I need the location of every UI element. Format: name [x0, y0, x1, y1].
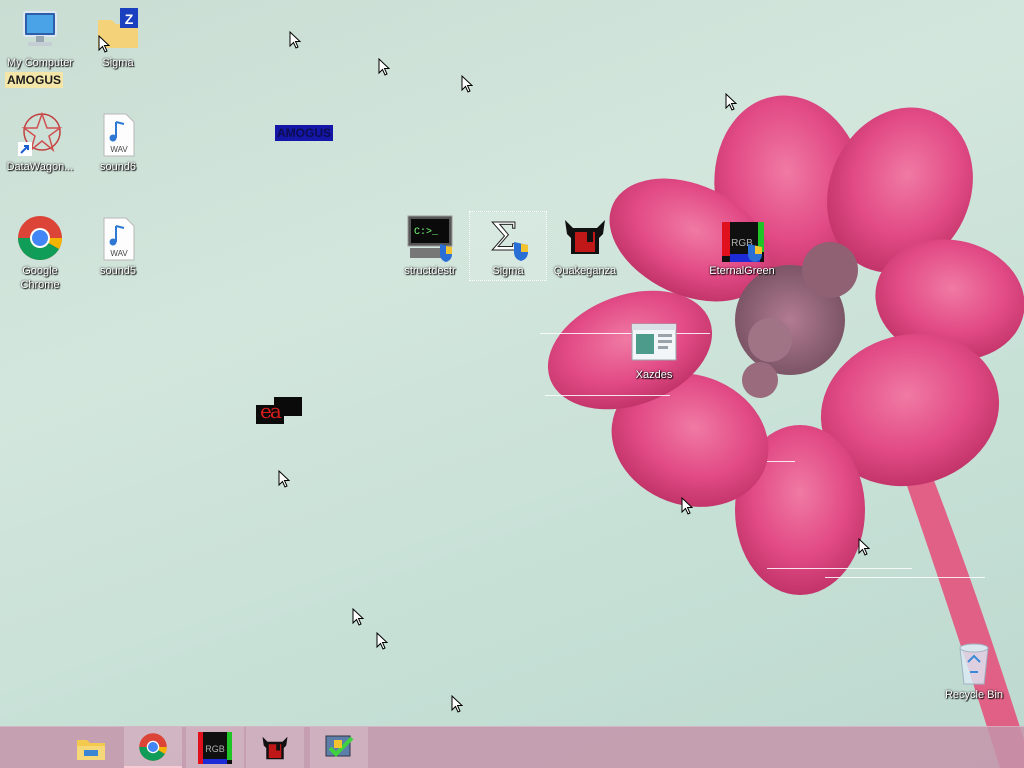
mouse-cursor	[461, 75, 473, 93]
desktop-icon-label: sound6	[99, 161, 137, 173]
recycle-bin-icon	[950, 638, 998, 686]
glitch-line	[767, 461, 795, 462]
desktop-icon-my-computer[interactable]: My Computer	[2, 6, 78, 70]
taskbar-button-chrome[interactable]	[124, 727, 182, 768]
desktop-icon-sigma-exe[interactable]: Σ Sigma	[469, 211, 547, 281]
desktop-icon-label: Sigma	[492, 265, 524, 277]
folder-icon	[77, 740, 105, 760]
mouse-cursor	[451, 695, 463, 713]
mouse-cursor	[289, 31, 301, 49]
desktop-icon-eternalgreen[interactable]: RGB EternalGreen	[704, 214, 780, 278]
amogus-label: AMOGUS	[5, 72, 63, 88]
chrome-icon	[16, 214, 64, 262]
desktop-icon-quakeganza[interactable]: Quakeganza	[547, 214, 623, 278]
svg-text:WAV: WAV	[110, 145, 128, 154]
desktop-icon-label: Recycle Bin	[944, 689, 1004, 701]
sigma-shield-icon: Σ	[484, 214, 532, 262]
desktop-icon-google-chrome[interactable]: Google Chrome	[2, 214, 78, 292]
quake-icon	[262, 736, 288, 760]
desktop-icon-label: Google Chrome	[20, 265, 60, 291]
terminal-shield-icon: C:>_	[406, 214, 454, 262]
quake-icon	[561, 214, 609, 262]
desktop-icon-label: My Computer	[6, 57, 74, 69]
floating-glyph: ea	[256, 397, 302, 424]
svg-text:Σ: Σ	[491, 215, 518, 259]
desktop-icon-recycle-bin[interactable]: Recycle Bin	[936, 638, 1012, 702]
desktop-icon-label: EternalGreen	[709, 265, 775, 277]
computer-icon	[16, 6, 64, 54]
taskbar-button-eternalgreen[interactable]: RGB	[186, 727, 244, 768]
mouse-cursor	[378, 58, 390, 76]
window-app-icon	[630, 318, 678, 366]
svg-text:WAV: WAV	[110, 249, 128, 258]
desktop-icon-sound5[interactable]: WAV sound5	[80, 214, 156, 278]
glitch-line	[767, 568, 912, 569]
svg-text:C:>_: C:>_	[414, 227, 439, 238]
amogus-label: AMOGUS	[275, 125, 333, 141]
desktop-icon-datawagon[interactable]: DataWagon...	[2, 110, 78, 174]
desktop-icon-sigma-folder[interactable]: Z Sigma	[80, 6, 156, 70]
wav-file-icon: WAV	[94, 110, 142, 158]
glitch-line	[825, 577, 985, 578]
mouse-cursor	[98, 35, 110, 53]
svg-text:RGB: RGB	[205, 744, 225, 754]
taskbar: RGB	[0, 726, 1024, 768]
checklist-icon	[325, 735, 354, 757]
wav-file-icon: WAV	[94, 214, 142, 262]
mouse-cursor	[725, 93, 737, 111]
floating-glyph-text: ea	[260, 399, 282, 423]
taskbar-button-xazdes[interactable]	[310, 727, 368, 768]
shortcut-star-icon	[16, 110, 64, 158]
rgb-icon: RGB	[198, 732, 232, 764]
desktop-icon-label: Xazdes	[635, 369, 673, 381]
desktop-icon-sound6[interactable]: WAV sound6	[80, 110, 156, 174]
chrome-icon	[139, 732, 167, 761]
mouse-cursor	[858, 538, 870, 556]
desktop-icon-label: sound5	[99, 265, 137, 277]
mouse-cursor	[376, 632, 388, 650]
desktop-icon-structdestr[interactable]: C:>_ structdestr	[392, 214, 468, 278]
taskbar-button-quakeganza[interactable]	[246, 727, 304, 768]
glitch-line	[545, 395, 670, 396]
mouse-cursor	[352, 608, 364, 626]
rgb-shield-icon: RGB	[718, 214, 766, 262]
desktop-icon-label: structdestr	[404, 265, 456, 277]
mouse-cursor	[681, 497, 693, 515]
taskbar-button-file-explorer[interactable]	[62, 727, 120, 768]
desktop-icon-label: DataWagon...	[6, 161, 74, 173]
svg-text:Z: Z	[125, 11, 134, 27]
mouse-cursor	[278, 470, 290, 488]
desktop-icon-label: Sigma	[102, 57, 134, 69]
desktop-icon-xazdes[interactable]: Xazdes	[616, 318, 692, 382]
desktop-icon-label: Quakeganza	[553, 265, 617, 277]
